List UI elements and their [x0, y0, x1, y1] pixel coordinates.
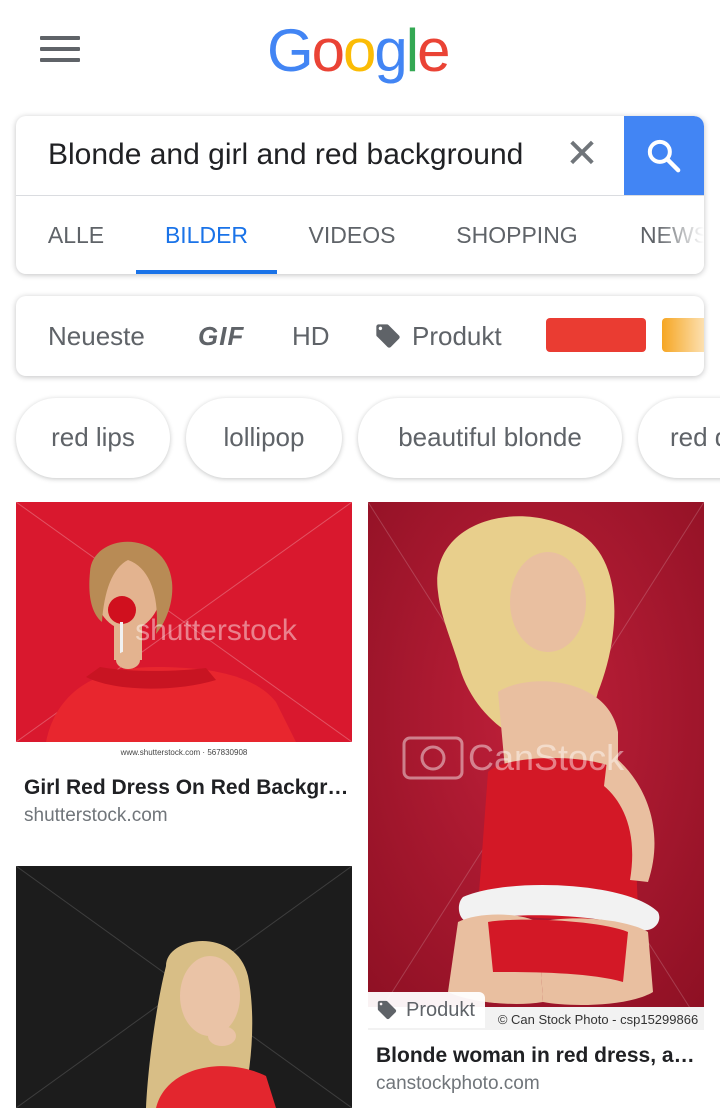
- image-result[interactable]: shutterstock www.shutterstock.com · 5678…: [16, 502, 352, 832]
- search-button[interactable]: [624, 116, 704, 195]
- tag-icon: [377, 1000, 397, 1020]
- tab-overflow-fade: [656, 196, 704, 274]
- filter-bar: Neueste GIF HD Produkt: [16, 296, 704, 376]
- filter-newest[interactable]: Neueste: [48, 296, 145, 376]
- logo-letter: e: [417, 17, 450, 84]
- filter-gif[interactable]: GIF: [198, 296, 244, 376]
- clear-icon[interactable]: ✕: [562, 132, 602, 176]
- logo-letter: g: [374, 17, 407, 84]
- result-thumbnail: [16, 866, 352, 1108]
- image-result[interactable]: CanStock © Can Stock Photo - csp15299866…: [368, 502, 704, 1102]
- image-caption: © Can Stock Photo - csp15299866: [498, 1012, 698, 1027]
- logo-letter: G: [267, 17, 314, 84]
- result-title[interactable]: Girl Red Dress On Red Backgr…: [24, 776, 348, 800]
- tag-icon: [376, 324, 400, 348]
- search-input[interactable]: Blonde and girl and red background: [48, 138, 523, 172]
- result-title[interactable]: Blonde woman in red dress, a…: [376, 1044, 695, 1068]
- google-logo[interactable]: Google: [267, 12, 457, 90]
- logo-letter: o: [343, 17, 376, 84]
- search-icon: [647, 139, 681, 172]
- active-tab-indicator: [136, 270, 277, 274]
- tab-alle[interactable]: ALLE: [16, 196, 136, 274]
- related-search-chip[interactable]: red lips: [16, 398, 170, 478]
- result-thumbnail: shutterstock www.shutterstock.com · 5678…: [16, 502, 352, 760]
- related-search-chip[interactable]: lollipop: [186, 398, 342, 478]
- color-filter-orange[interactable]: [662, 318, 704, 352]
- watermark-text: CanStock: [468, 737, 625, 778]
- tab-bilder[interactable]: BILDER: [136, 196, 277, 274]
- image-caption: www.shutterstock.com · 567830908: [120, 748, 248, 757]
- image-result[interactable]: [16, 866, 352, 1108]
- logo-letter: l: [405, 17, 419, 84]
- tab-videos[interactable]: VIDEOS: [277, 196, 427, 274]
- tab-shopping[interactable]: SHOPPING: [427, 196, 607, 274]
- search-card: Blonde and girl and red background ✕ ALL…: [16, 116, 704, 274]
- filter-hd[interactable]: HD: [292, 296, 330, 376]
- result-domain: shutterstock.com: [24, 805, 168, 826]
- logo-letter: o: [311, 17, 345, 84]
- menu-icon[interactable]: [40, 36, 80, 62]
- product-badge: Produkt: [368, 992, 485, 1028]
- result-thumbnail: CanStock © Can Stock Photo - csp15299866: [368, 502, 704, 1030]
- filter-product[interactable]: Produkt: [412, 296, 502, 376]
- color-filter-red[interactable]: [546, 318, 646, 352]
- related-search-chip[interactable]: beautiful blonde: [358, 398, 622, 478]
- result-domain: canstockphoto.com: [376, 1073, 540, 1094]
- related-search-chip[interactable]: red d: [638, 398, 720, 478]
- product-badge-label: Produkt: [406, 998, 475, 1021]
- watermark-text: shutterstock: [135, 614, 298, 647]
